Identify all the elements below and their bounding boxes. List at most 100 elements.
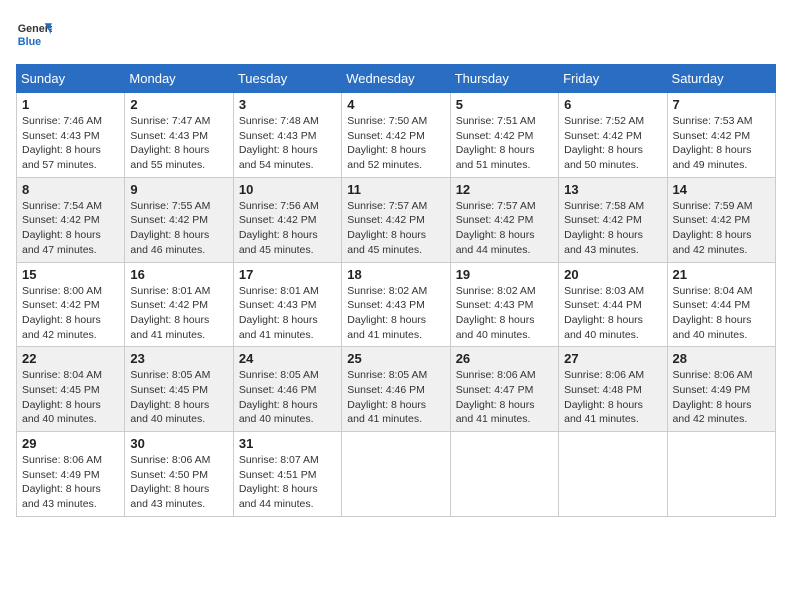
day-info: Sunrise: 7:46 AMSunset: 4:43 PMDaylight:… (22, 114, 119, 173)
day-number: 1 (22, 97, 119, 112)
calendar-day-cell: 17 Sunrise: 8:01 AMSunset: 4:43 PMDayligh… (233, 262, 341, 347)
day-number: 14 (673, 182, 770, 197)
day-info: Sunrise: 8:06 AMSunset: 4:49 PMDaylight:… (673, 368, 770, 427)
day-number: 27 (564, 351, 661, 366)
day-number: 24 (239, 351, 336, 366)
calendar-day-cell: 9 Sunrise: 7:55 AMSunset: 4:42 PMDaylight… (125, 177, 233, 262)
day-of-week-header: Wednesday (342, 65, 450, 93)
day-info: Sunrise: 7:47 AMSunset: 4:43 PMDaylight:… (130, 114, 227, 173)
calendar-day-cell: 14 Sunrise: 7:59 AMSunset: 4:42 PMDayligh… (667, 177, 775, 262)
day-of-week-header: Friday (559, 65, 667, 93)
day-number: 9 (130, 182, 227, 197)
day-info: Sunrise: 7:58 AMSunset: 4:42 PMDaylight:… (564, 199, 661, 258)
day-number: 11 (347, 182, 444, 197)
calendar-row: 1 Sunrise: 7:46 AMSunset: 4:43 PMDaylight… (17, 93, 776, 178)
day-number: 4 (347, 97, 444, 112)
day-info: Sunrise: 8:05 AMSunset: 4:46 PMDaylight:… (239, 368, 336, 427)
day-info: Sunrise: 7:59 AMSunset: 4:42 PMDaylight:… (673, 199, 770, 258)
empty-cell (342, 432, 450, 517)
calendar-day-cell: 25 Sunrise: 8:05 AMSunset: 4:46 PMDayligh… (342, 347, 450, 432)
calendar-day-cell: 1 Sunrise: 7:46 AMSunset: 4:43 PMDaylight… (17, 93, 125, 178)
calendar-row: 8Sunrise: 7:54 AMSunset: 4:42 PMDaylight… (17, 177, 776, 262)
day-info: Sunrise: 7:51 AMSunset: 4:42 PMDaylight:… (456, 114, 553, 173)
calendar-day-cell: 13 Sunrise: 7:58 AMSunset: 4:42 PMDayligh… (559, 177, 667, 262)
calendar-day-cell: 22 Sunrise: 8:04 AMSunset: 4:45 PMDayligh… (17, 347, 125, 432)
day-of-week-header: Tuesday (233, 65, 341, 93)
calendar-day-cell: 30Sunrise: 8:06 AMSunset: 4:50 PMDayligh… (125, 432, 233, 517)
logo: General Blue (16, 16, 56, 52)
calendar-day-cell: 12 Sunrise: 7:57 AMSunset: 4:42 PMDayligh… (450, 177, 558, 262)
calendar-day-cell: 5 Sunrise: 7:51 AMSunset: 4:42 PMDaylight… (450, 93, 558, 178)
day-number: 17 (239, 267, 336, 282)
day-info: Sunrise: 8:01 AMSunset: 4:42 PMDaylight:… (130, 284, 227, 343)
day-info: Sunrise: 8:06 AMSunset: 4:47 PMDaylight:… (456, 368, 553, 427)
day-number: 6 (564, 97, 661, 112)
calendar-day-cell: 7 Sunrise: 7:53 AMSunset: 4:42 PMDaylight… (667, 93, 775, 178)
day-number: 19 (456, 267, 553, 282)
day-number: 20 (564, 267, 661, 282)
day-of-week-header: Saturday (667, 65, 775, 93)
day-number: 31 (239, 436, 336, 451)
calendar-day-cell: 16Sunrise: 8:01 AMSunset: 4:42 PMDayligh… (125, 262, 233, 347)
day-of-week-header: Monday (125, 65, 233, 93)
day-number: 18 (347, 267, 444, 282)
day-number: 22 (22, 351, 119, 366)
day-info: Sunrise: 8:05 AMSunset: 4:46 PMDaylight:… (347, 368, 444, 427)
calendar-day-cell: 4Sunrise: 7:50 AMSunset: 4:42 PMDaylight… (342, 93, 450, 178)
day-info: Sunrise: 8:02 AMSunset: 4:43 PMDaylight:… (456, 284, 553, 343)
calendar-header-row: SundayMondayTuesdayWednesdayThursdayFrid… (17, 65, 776, 93)
day-info: Sunrise: 8:01 AMSunset: 4:43 PMDaylight:… (239, 284, 336, 343)
calendar-day-cell: 3 Sunrise: 7:48 AMSunset: 4:43 PMDaylight… (233, 93, 341, 178)
day-info: Sunrise: 8:00 AMSunset: 4:42 PMDaylight:… (22, 284, 119, 343)
day-info: Sunrise: 7:57 AMSunset: 4:42 PMDaylight:… (347, 199, 444, 258)
empty-cell (667, 432, 775, 517)
day-number: 2 (130, 97, 227, 112)
day-number: 8 (22, 182, 119, 197)
calendar-day-cell: 23Sunrise: 8:05 AMSunset: 4:45 PMDayligh… (125, 347, 233, 432)
day-number: 21 (673, 267, 770, 282)
day-number: 3 (239, 97, 336, 112)
day-number: 15 (22, 267, 119, 282)
day-info: Sunrise: 8:03 AMSunset: 4:44 PMDaylight:… (564, 284, 661, 343)
day-info: Sunrise: 8:07 AMSunset: 4:51 PMDaylight:… (239, 453, 336, 512)
logo-icon: General Blue (16, 16, 52, 52)
calendar-table: SundayMondayTuesdayWednesdayThursdayFrid… (16, 64, 776, 517)
calendar-day-cell: 27 Sunrise: 8:06 AMSunset: 4:48 PMDayligh… (559, 347, 667, 432)
calendar-day-cell: 6Sunrise: 7:52 AMSunset: 4:42 PMDaylight… (559, 93, 667, 178)
calendar-day-cell: 2 Sunrise: 7:47 AMSunset: 4:43 PMDaylight… (125, 93, 233, 178)
calendar-row: 15 Sunrise: 8:00 AMSunset: 4:42 PMDayligh… (17, 262, 776, 347)
calendar-day-cell: 21 Sunrise: 8:04 AMSunset: 4:44 PMDayligh… (667, 262, 775, 347)
day-info: Sunrise: 7:55 AMSunset: 4:42 PMDaylight:… (130, 199, 227, 258)
day-info: Sunrise: 7:53 AMSunset: 4:42 PMDaylight:… (673, 114, 770, 173)
day-number: 28 (673, 351, 770, 366)
day-number: 25 (347, 351, 444, 366)
day-number: 30 (130, 436, 227, 451)
day-number: 7 (673, 97, 770, 112)
day-of-week-header: Sunday (17, 65, 125, 93)
day-number: 26 (456, 351, 553, 366)
day-info: Sunrise: 7:56 AMSunset: 4:42 PMDaylight:… (239, 199, 336, 258)
empty-cell (559, 432, 667, 517)
calendar-day-cell: 26 Sunrise: 8:06 AMSunset: 4:47 PMDayligh… (450, 347, 558, 432)
day-number: 23 (130, 351, 227, 366)
calendar-day-cell: 8Sunrise: 7:54 AMSunset: 4:42 PMDaylight… (17, 177, 125, 262)
calendar-row: 29Sunrise: 8:06 AMSunset: 4:49 PMDayligh… (17, 432, 776, 517)
day-info: Sunrise: 8:04 AMSunset: 4:44 PMDaylight:… (673, 284, 770, 343)
day-number: 12 (456, 182, 553, 197)
day-info: Sunrise: 8:04 AMSunset: 4:45 PMDaylight:… (22, 368, 119, 427)
calendar-day-cell: 10Sunrise: 7:56 AMSunset: 4:42 PMDayligh… (233, 177, 341, 262)
day-info: Sunrise: 8:06 AMSunset: 4:48 PMDaylight:… (564, 368, 661, 427)
svg-text:Blue: Blue (18, 36, 41, 48)
day-info: Sunrise: 7:48 AMSunset: 4:43 PMDaylight:… (239, 114, 336, 173)
calendar-day-cell: 11 Sunrise: 7:57 AMSunset: 4:42 PMDayligh… (342, 177, 450, 262)
day-number: 5 (456, 97, 553, 112)
calendar-row: 22 Sunrise: 8:04 AMSunset: 4:45 PMDayligh… (17, 347, 776, 432)
calendar-day-cell: 20 Sunrise: 8:03 AMSunset: 4:44 PMDayligh… (559, 262, 667, 347)
day-number: 13 (564, 182, 661, 197)
calendar-day-cell: 19 Sunrise: 8:02 AMSunset: 4:43 PMDayligh… (450, 262, 558, 347)
calendar-day-cell: 28 Sunrise: 8:06 AMSunset: 4:49 PMDayligh… (667, 347, 775, 432)
empty-cell (450, 432, 558, 517)
day-info: Sunrise: 7:57 AMSunset: 4:42 PMDaylight:… (456, 199, 553, 258)
day-info: Sunrise: 8:02 AMSunset: 4:43 PMDaylight:… (347, 284, 444, 343)
page-header: General Blue (16, 16, 776, 52)
